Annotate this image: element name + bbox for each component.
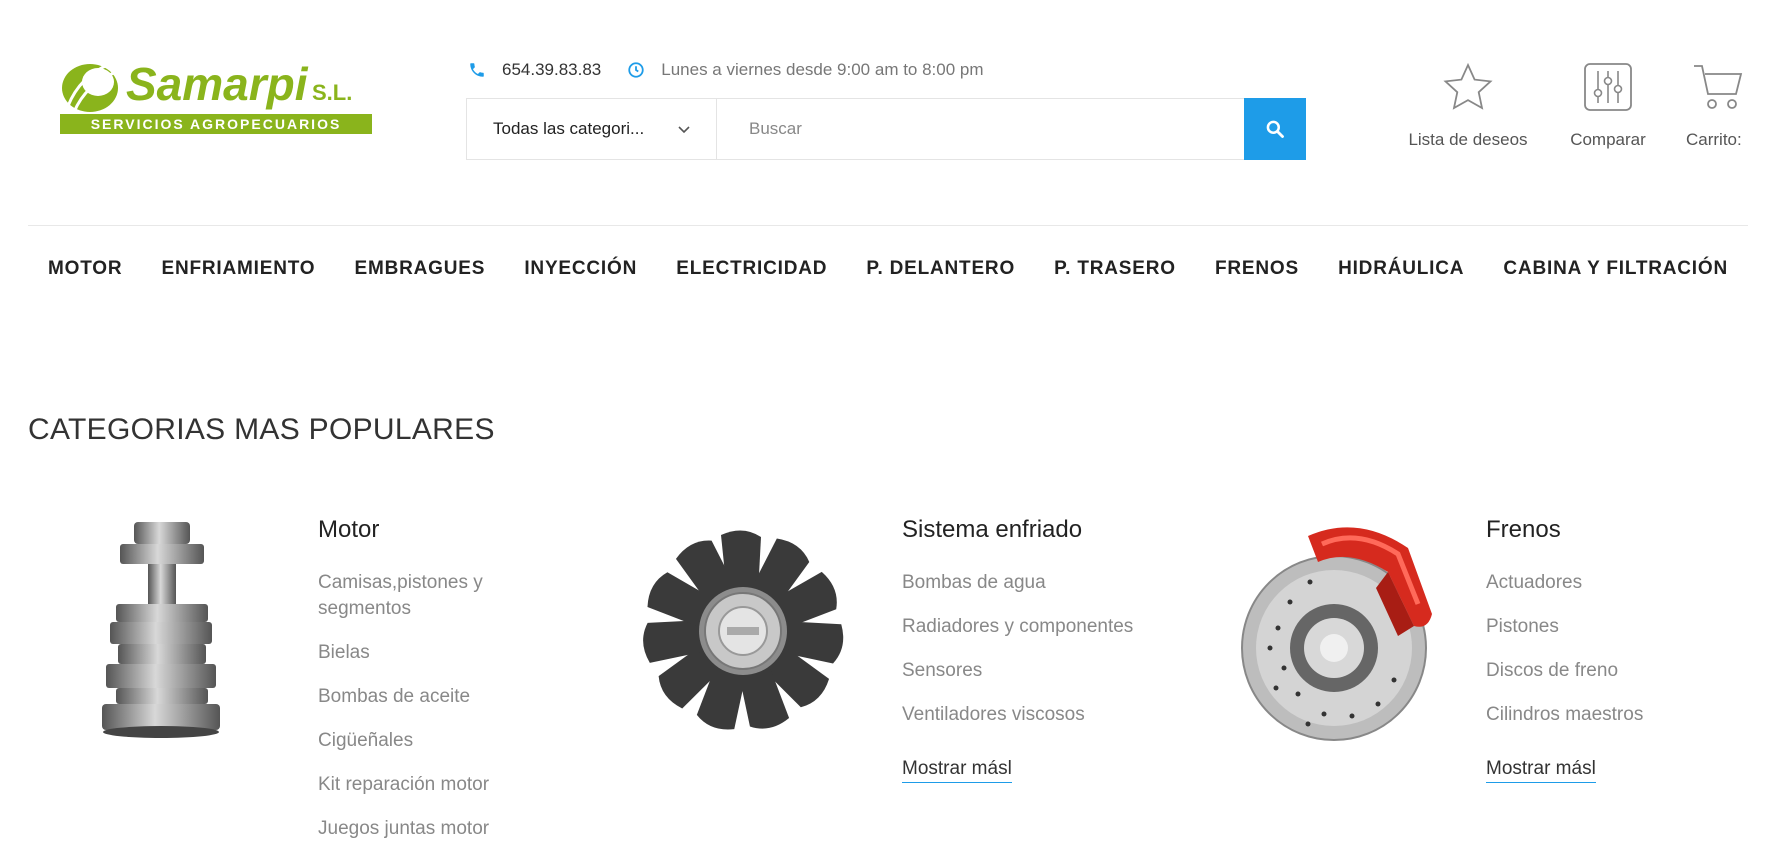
compare-label: Comparar xyxy=(1570,130,1646,149)
category-link[interactable]: Cilindros maestros xyxy=(1486,702,1726,728)
chevron-down-icon xyxy=(678,119,690,139)
logo-graphic: Samarpi S.L. SERVICIOS AGROPECUARIOS xyxy=(60,58,372,134)
category-select[interactable]: Todas las categori... xyxy=(467,99,717,159)
search-input[interactable] xyxy=(717,99,1244,159)
category-motor: Motor Camisas,pistones y segmentos Biela… xyxy=(318,516,538,860)
category-link[interactable]: Sensores xyxy=(902,658,1182,684)
section-title: CATEGORIAS MAS POPULARES xyxy=(28,413,495,446)
category-link[interactable]: Camisas,pistones y segmentos xyxy=(318,570,538,622)
search-button[interactable] xyxy=(1244,98,1306,160)
cart-icon xyxy=(1694,65,1743,109)
category-title[interactable]: Sistema enfriado xyxy=(902,516,1182,544)
category-link[interactable]: Actuadores xyxy=(1486,570,1726,596)
wishlist-link[interactable]: Lista de deseos xyxy=(1398,62,1538,150)
header-divider xyxy=(28,225,1748,226)
nav-item-inyeccion[interactable]: INYECCIÓN xyxy=(524,258,637,280)
frenos-category-image[interactable] xyxy=(1238,518,1438,753)
search-bar: Todas las categori... xyxy=(466,98,1306,160)
category-link[interactable]: Cigüeñales xyxy=(318,728,538,754)
nav-item-hidraulica[interactable]: HIDRÁULICA xyxy=(1338,258,1464,280)
category-title[interactable]: Frenos xyxy=(1486,516,1726,544)
category-link[interactable]: Discos de freno xyxy=(1486,658,1726,684)
nav-item-embragues[interactable]: EMBRAGUES xyxy=(355,258,486,280)
svg-text:SERVICIOS AGROPECUARIOS: SERVICIOS AGROPECUARIOS xyxy=(91,116,342,132)
clock-icon xyxy=(627,61,645,79)
phone-icon xyxy=(468,61,486,79)
nav-item-enfriamiento[interactable]: ENFRIAMIENTO xyxy=(162,258,316,280)
nav-item-p-delantero[interactable]: P. DELANTERO xyxy=(866,258,1015,280)
nav-item-electricidad[interactable]: ELECTRICIDAD xyxy=(676,258,827,280)
category-link[interactable]: Pistones xyxy=(1486,614,1726,640)
nav-item-cabina-filtracion[interactable]: CABINA Y FILTRACIÓN xyxy=(1503,258,1728,280)
category-sistema-enfriado: Sistema enfriado Bombas de agua Radiador… xyxy=(902,516,1182,783)
category-link[interactable]: Radiadores y componentes xyxy=(902,614,1182,640)
nav-item-frenos[interactable]: FRENOS xyxy=(1215,258,1299,280)
search-icon xyxy=(1266,120,1284,138)
logo[interactable]: Samarpi S.L. SERVICIOS AGROPECUARIOS xyxy=(60,56,372,140)
category-link[interactable]: Bielas xyxy=(318,640,538,666)
category-link[interactable]: Bombas de aceite xyxy=(318,684,538,710)
compare-link[interactable]: Comparar xyxy=(1558,62,1658,150)
main-nav: MOTOR ENFRIAMIENTO EMBRAGUES INYECCIÓN E… xyxy=(28,258,1748,280)
category-frenos: Frenos Actuadores Pistones Discos de fre… xyxy=(1486,516,1726,783)
category-title[interactable]: Motor xyxy=(318,516,538,544)
sliders-icon xyxy=(1584,63,1632,111)
category-link[interactable]: Kit reparación motor xyxy=(318,772,538,798)
wishlist-label: Lista de deseos xyxy=(1408,130,1528,149)
category-link[interactable]: Bombas de agua xyxy=(902,570,1182,596)
category-select-label: Todas las categori... xyxy=(493,119,645,138)
svg-text:S.L.: S.L. xyxy=(312,80,352,105)
svg-text:Samarpi: Samarpi xyxy=(126,58,309,110)
contact-bar: 654.39.83.83 Lunes a viernes desde 9:00 … xyxy=(468,60,984,80)
nav-item-motor[interactable]: MOTOR xyxy=(48,258,122,280)
sistema-enfriado-category-image[interactable] xyxy=(638,526,848,741)
phone-number[interactable]: 654.39.83.83 xyxy=(502,60,601,80)
show-more-link[interactable]: Mostrar másl xyxy=(1486,758,1596,783)
nav-item-p-trasero[interactable]: P. TRASERO xyxy=(1054,258,1176,280)
cart-label: Carrito: xyxy=(1686,130,1742,149)
cart-link[interactable]: Carrito: xyxy=(1686,62,1756,150)
category-link[interactable]: Ventiladores viscosos xyxy=(902,702,1182,728)
business-hours: Lunes a viernes desde 9:00 am to 8:00 pm xyxy=(661,60,984,79)
star-icon xyxy=(1443,62,1493,110)
motor-category-image[interactable] xyxy=(98,518,228,753)
category-link[interactable]: Juegos juntas motor xyxy=(318,816,538,842)
show-more-link[interactable]: Mostrar másl xyxy=(902,758,1012,783)
